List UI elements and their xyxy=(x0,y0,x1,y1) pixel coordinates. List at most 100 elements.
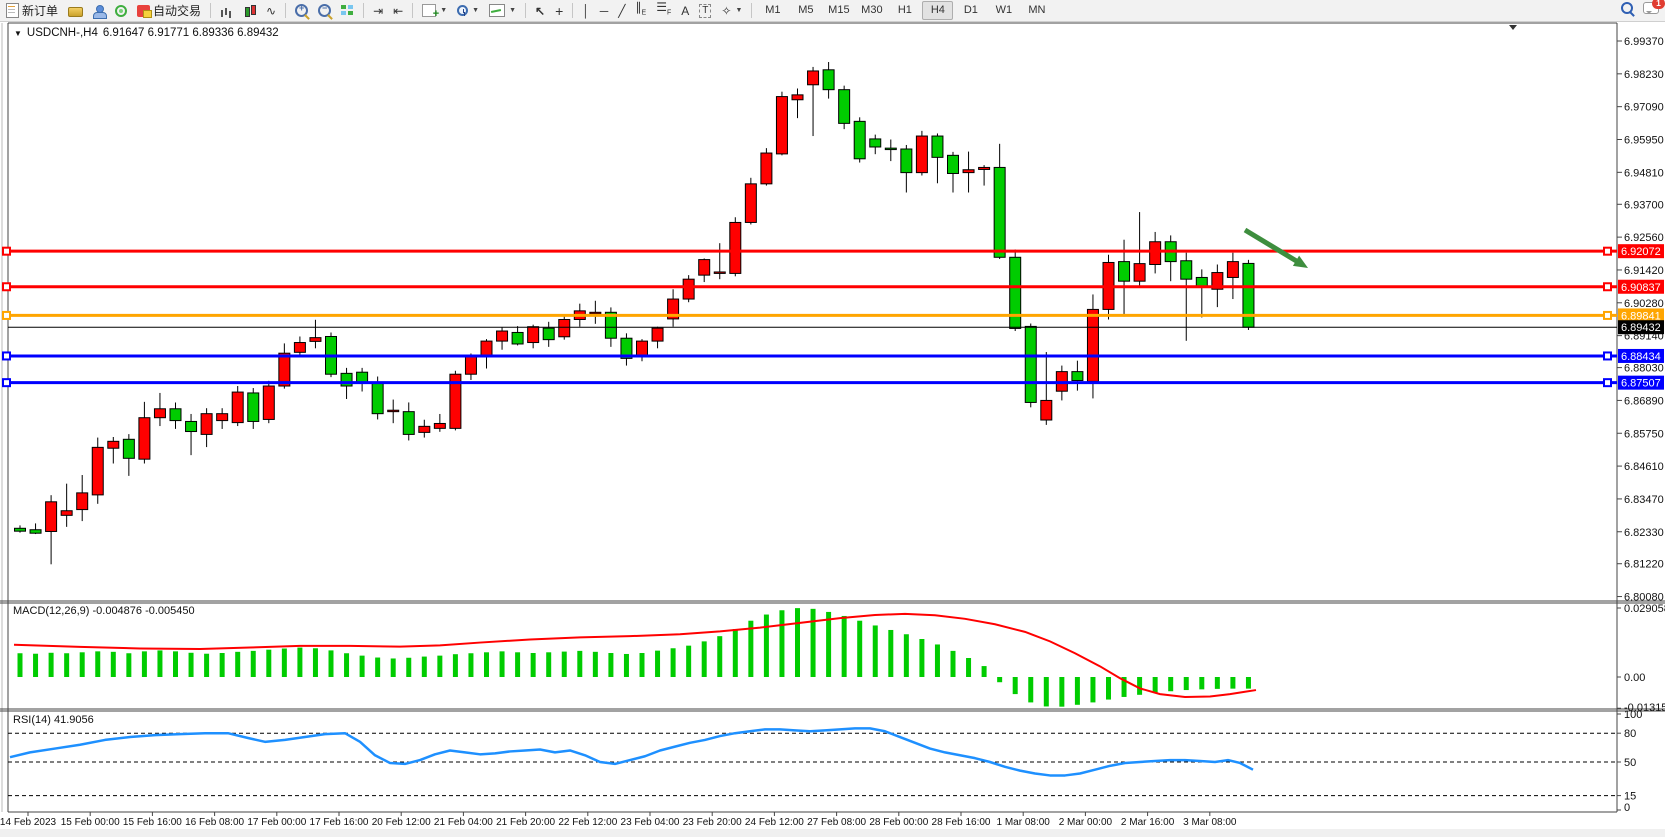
price-axis[interactable] xyxy=(1617,23,1665,812)
candle xyxy=(108,441,119,448)
macd-histogram-bar xyxy=(1075,677,1080,705)
rsi-name: RSI(14) xyxy=(13,714,51,726)
macd-histogram-bar xyxy=(235,652,240,677)
candle xyxy=(46,502,57,532)
macd-histogram-bar xyxy=(857,621,862,677)
candle xyxy=(979,167,990,169)
window-bottom-strip xyxy=(0,829,1665,837)
macd-histogram-bar xyxy=(655,651,660,677)
candle xyxy=(916,136,927,173)
line-anchor-square[interactable] xyxy=(3,248,10,255)
candle xyxy=(217,414,228,421)
candle xyxy=(372,382,383,414)
macd-histogram-bar xyxy=(95,651,100,677)
time-axis[interactable] xyxy=(8,812,1617,828)
macd-histogram-bar xyxy=(795,608,800,677)
macd-histogram-bar xyxy=(391,658,396,677)
macd-histogram-bar xyxy=(468,653,473,677)
macd-histogram-bar xyxy=(1028,677,1033,702)
line-anchor-square[interactable] xyxy=(1604,379,1611,386)
macd-histogram-bar xyxy=(251,651,256,677)
candle xyxy=(1181,261,1192,279)
candle xyxy=(154,409,165,418)
macd-histogram-bar xyxy=(982,666,987,677)
candle xyxy=(263,386,274,419)
chart-ohlc: 6.91647 6.91771 6.89336 6.89432 xyxy=(103,27,279,39)
line-anchor-square[interactable] xyxy=(1604,352,1611,359)
chart-header: ▼ USDCNH-,H4 6.91647 6.91771 6.89336 6.8… xyxy=(14,27,279,39)
candle xyxy=(123,439,134,458)
candle xyxy=(465,355,476,374)
candle xyxy=(15,528,26,531)
macd-histogram-bar xyxy=(1090,677,1095,702)
candle xyxy=(1243,263,1254,327)
macd-histogram-bar xyxy=(189,653,194,677)
line-anchor-square[interactable] xyxy=(3,379,10,386)
macd-histogram-bar xyxy=(546,652,551,677)
candle xyxy=(30,530,41,533)
candle xyxy=(1072,372,1083,381)
line-anchor-square[interactable] xyxy=(3,312,10,319)
macd-histogram-bar xyxy=(173,651,178,677)
macd-histogram-bar xyxy=(717,636,722,677)
macd-histogram-bar xyxy=(18,653,23,677)
macd-histogram-bar xyxy=(142,651,147,677)
line-anchor-square[interactable] xyxy=(1604,283,1611,290)
macd-histogram-bar xyxy=(1153,677,1158,693)
macd-histogram-bar xyxy=(484,652,489,677)
macd-histogram-bar xyxy=(966,658,971,677)
candle xyxy=(497,331,508,341)
macd-histogram-bar xyxy=(935,644,940,677)
macd-histogram-bar xyxy=(422,657,427,677)
candle xyxy=(683,279,694,299)
candle xyxy=(279,353,290,386)
line-anchor-square[interactable] xyxy=(3,283,10,290)
macd-histogram-bar xyxy=(220,653,225,677)
macd-histogram-bar xyxy=(204,654,209,677)
macd-histogram-bar xyxy=(577,651,582,677)
candle xyxy=(61,511,72,516)
macd-histogram-bar xyxy=(608,653,613,677)
candle xyxy=(652,328,663,341)
line-anchor-square[interactable] xyxy=(1604,248,1611,255)
line-anchor-square[interactable] xyxy=(1604,312,1611,319)
macd-histogram-bar xyxy=(1230,677,1235,689)
line-anchor-square[interactable] xyxy=(3,352,10,359)
candle xyxy=(434,423,445,428)
macd-histogram-bar xyxy=(80,652,85,677)
macd-histogram-bar xyxy=(531,653,536,677)
macd-histogram-bar xyxy=(360,656,365,677)
macd-histogram-bar xyxy=(733,629,738,677)
macd-histogram-bar xyxy=(453,654,458,677)
macd-histogram-bar xyxy=(282,649,287,678)
macd-histogram-bar xyxy=(811,609,816,677)
candle xyxy=(92,447,103,495)
macd-histogram-bar xyxy=(313,648,318,677)
candle xyxy=(201,414,212,435)
candle xyxy=(963,170,974,173)
rsi-value: 41.9056 xyxy=(54,714,94,726)
macd-histogram-bar xyxy=(126,653,131,677)
macd-histogram-bar xyxy=(764,615,769,677)
rsi-header: RSI(14) 41.9056 xyxy=(13,714,94,726)
macd-histogram-bar xyxy=(406,658,411,677)
macd-histogram-bar xyxy=(1106,677,1111,700)
candle xyxy=(932,136,943,157)
macd-histogram-bar xyxy=(437,656,442,677)
macd-histogram-bar xyxy=(1168,677,1173,691)
macd-histogram-bar xyxy=(1246,677,1251,689)
candle xyxy=(885,148,896,149)
candle xyxy=(699,260,710,276)
candle xyxy=(1150,242,1161,265)
candle xyxy=(761,153,772,184)
candle xyxy=(792,95,803,100)
candle xyxy=(854,121,865,158)
collapse-triangle-icon[interactable]: ▼ xyxy=(14,29,22,38)
candle xyxy=(543,328,554,340)
macd-histogram-bar xyxy=(951,651,956,677)
candle xyxy=(170,409,181,421)
candle xyxy=(139,418,150,459)
candle xyxy=(1134,264,1145,282)
macd-histogram-bar xyxy=(500,651,505,677)
candle xyxy=(745,184,756,223)
